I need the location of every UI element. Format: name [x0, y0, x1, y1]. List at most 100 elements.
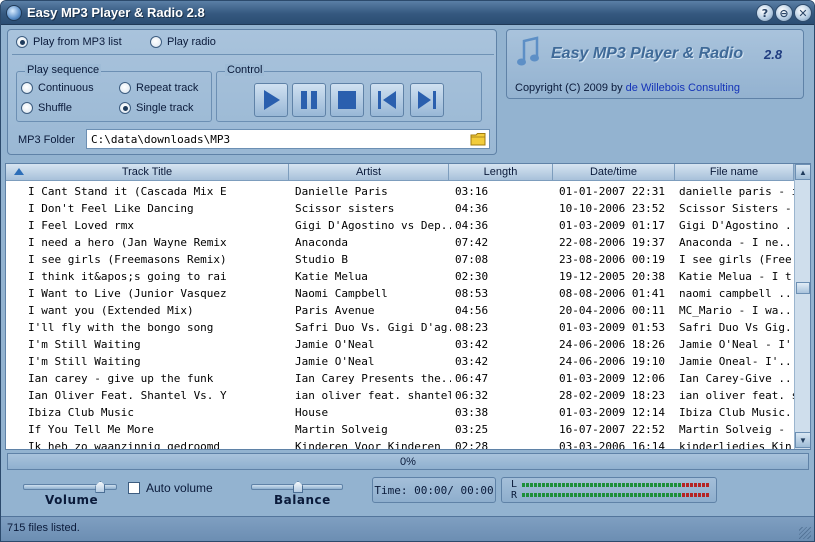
table-row[interactable]: I think it&apos;s going to rai Katie Melu…: [6, 268, 794, 285]
help-button[interactable]: ?: [756, 4, 774, 22]
radio-play-mp3-list[interactable]: Play from MP3 list: [16, 36, 122, 48]
radio-repeat-track[interactable]: Repeat track: [119, 82, 198, 94]
resize-grip[interactable]: [799, 527, 811, 539]
radio-indicator[interactable]: [16, 36, 28, 48]
cell-datetime: 19-12-2005 20:38: [559, 270, 665, 283]
radio-indicator[interactable]: [21, 102, 33, 114]
radio-label: Play from MP3 list: [33, 36, 122, 48]
radio-single-track[interactable]: Single track: [119, 102, 193, 114]
auto-volume-checkbox[interactable]: [128, 482, 140, 494]
cell-track-title: I need a hero (Jan Wayne Remix: [28, 236, 227, 249]
table-row[interactable]: I Feel Loved rmx Gigi D'Agostino vs Dep..…: [6, 217, 794, 234]
table-row[interactable]: Ik heb zo waanzinnig gedroomd Kinderen Vo…: [6, 438, 794, 450]
table-row[interactable]: Ian carey - give up the funk Ian Carey Pr…: [6, 370, 794, 387]
pause-button[interactable]: [292, 83, 326, 117]
close-button[interactable]: ✕: [794, 4, 812, 22]
radio-shuffle[interactable]: Shuffle: [21, 102, 72, 114]
cell-length: 04:36: [455, 202, 489, 215]
cell-artist: Gigi D'Agostino vs Dep...: [295, 219, 451, 232]
cell-track-title: If You Tell Me More: [28, 423, 154, 436]
cell-artist: Jamie O'Neal: [295, 338, 375, 351]
cell-track-title: I'll fly with the bongo song: [28, 321, 214, 334]
app-window: Easy MP3 Player & Radio 2.8 ? ⊖ ✕ Play f…: [0, 0, 815, 542]
column-header-datetime[interactable]: Date/time: [553, 164, 675, 181]
cell-file-name: MC_Mario - I wa...: [679, 304, 794, 317]
cell-length: 02:28: [455, 440, 489, 450]
time-display: Time: 00:00/ 00:00: [372, 477, 496, 503]
table-row[interactable]: I Want to Live (Junior Vasquez Naomi Camp…: [6, 285, 794, 302]
right-peak-segment: [682, 493, 710, 497]
cell-datetime: 01-03-2009 12:14: [559, 406, 665, 419]
mp3-folder-input[interactable]: C:\data\downloads\MP3: [86, 129, 490, 149]
cell-artist: Ian Carey Presents the...: [295, 372, 451, 385]
cell-datetime: 24-06-2006 19:10: [559, 355, 665, 368]
cell-file-name: Ibiza Club Music...: [679, 406, 794, 419]
play-icon: [264, 90, 280, 110]
column-header-artist[interactable]: Artist: [289, 164, 449, 181]
column-header-file-name[interactable]: File name: [675, 164, 794, 181]
scroll-down-button[interactable]: ▼: [795, 432, 810, 448]
cell-datetime: 01-03-2009 12:06: [559, 372, 665, 385]
table-row[interactable]: I'm Still Waiting Jamie O'Neal 03:42 24-06-…: [6, 353, 794, 370]
next-button[interactable]: [410, 83, 444, 117]
table-row[interactable]: I want you (Extended Mix) Paris Avenue 04:…: [6, 302, 794, 319]
company-link[interactable]: de Willebois Consulting: [626, 82, 740, 94]
right-level-bar: [522, 493, 710, 497]
control-panel: Play from MP3 list Play radio Play seque…: [7, 29, 497, 155]
divider: [12, 54, 494, 55]
cell-track-title: I Feel Loved rmx: [28, 219, 134, 232]
vertical-scrollbar[interactable]: ▲ ▼: [794, 164, 810, 449]
folder-label: MP3 Folder: [18, 134, 75, 146]
cell-file-name: kinderliedies Kin...: [679, 440, 794, 450]
column-header-length[interactable]: Length: [449, 164, 553, 181]
table-row[interactable]: I'll fly with the bongo song Safri Duo Vs…: [6, 319, 794, 336]
copyright-text: Copyright (C) 2009 by de Willebois Consu…: [515, 82, 740, 94]
table-row[interactable]: I Don't Feel Like Dancing Scissor sisters…: [6, 200, 794, 217]
table-row[interactable]: I'm Still Waiting Jamie O'Neal 03:42 24-06-…: [6, 336, 794, 353]
stop-icon: [338, 91, 356, 109]
cell-datetime: 24-06-2006 18:26: [559, 338, 665, 351]
scroll-up-button[interactable]: ▲: [795, 164, 810, 180]
cell-artist: Studio B: [295, 253, 348, 266]
auto-volume-label: Auto volume: [146, 481, 213, 495]
table-row[interactable]: I see girls (Freemasons Remix) Studio B 07…: [6, 251, 794, 268]
minimize-button[interactable]: ⊖: [775, 4, 793, 22]
volume-slider[interactable]: [23, 481, 117, 493]
radio-indicator[interactable]: [119, 82, 131, 94]
track-list[interactable]: Track Title Artist Length Date/time File…: [5, 163, 811, 450]
cell-length: 06:32: [455, 389, 489, 402]
left-peak-segment: [682, 483, 710, 487]
table-row[interactable]: I Cant Stand it (Cascada Mix E Danielle P…: [6, 183, 794, 200]
table-row[interactable]: Ian Oliver Feat. Shantel Vs. Y ian oliver…: [6, 387, 794, 404]
cell-datetime: 16-07-2007 22:52: [559, 423, 665, 436]
cell-datetime: 22-08-2006 19:37: [559, 236, 665, 249]
table-row[interactable]: If You Tell Me More Martin Solveig 03:25 16…: [6, 421, 794, 438]
radio-indicator[interactable]: [21, 82, 33, 94]
title-bar[interactable]: Easy MP3 Player & Radio 2.8 ? ⊖ ✕: [1, 1, 814, 25]
app-icon[interactable]: [6, 5, 22, 21]
volume-thumb[interactable]: [95, 481, 106, 493]
cell-artist: Martin Solveig: [295, 423, 388, 436]
table-row[interactable]: Ibiza Club Music House 03:38 01-03-2009 12:…: [6, 404, 794, 421]
radio-continuous[interactable]: Continuous: [21, 82, 94, 94]
stop-button[interactable]: [330, 83, 364, 117]
balance-slider[interactable]: [251, 481, 343, 493]
radio-play-radio[interactable]: Play radio: [150, 36, 216, 48]
play-button[interactable]: [254, 83, 288, 117]
table-row[interactable]: I need a hero (Jan Wayne Remix Anaconda 07…: [6, 234, 794, 251]
column-header-track-title[interactable]: Track Title: [6, 164, 289, 181]
balance-thumb[interactable]: [293, 481, 303, 493]
radio-indicator[interactable]: [119, 102, 131, 114]
cell-artist: Anaconda: [295, 236, 348, 249]
radio-label: Continuous: [38, 82, 94, 94]
group-title: Play sequence: [25, 64, 102, 76]
cell-track-title: Ik heb zo waanzinnig gedroomd: [28, 440, 221, 450]
radio-indicator[interactable]: [150, 36, 162, 48]
track-progress-bar[interactable]: 0%: [7, 453, 809, 470]
cell-length: 02:30: [455, 270, 489, 283]
cell-track-title: I want you (Extended Mix): [28, 304, 194, 317]
volume-label: Volume: [45, 493, 99, 507]
folder-icon[interactable]: [470, 132, 486, 146]
previous-button[interactable]: [370, 83, 404, 117]
scroll-thumb[interactable]: [796, 282, 810, 294]
